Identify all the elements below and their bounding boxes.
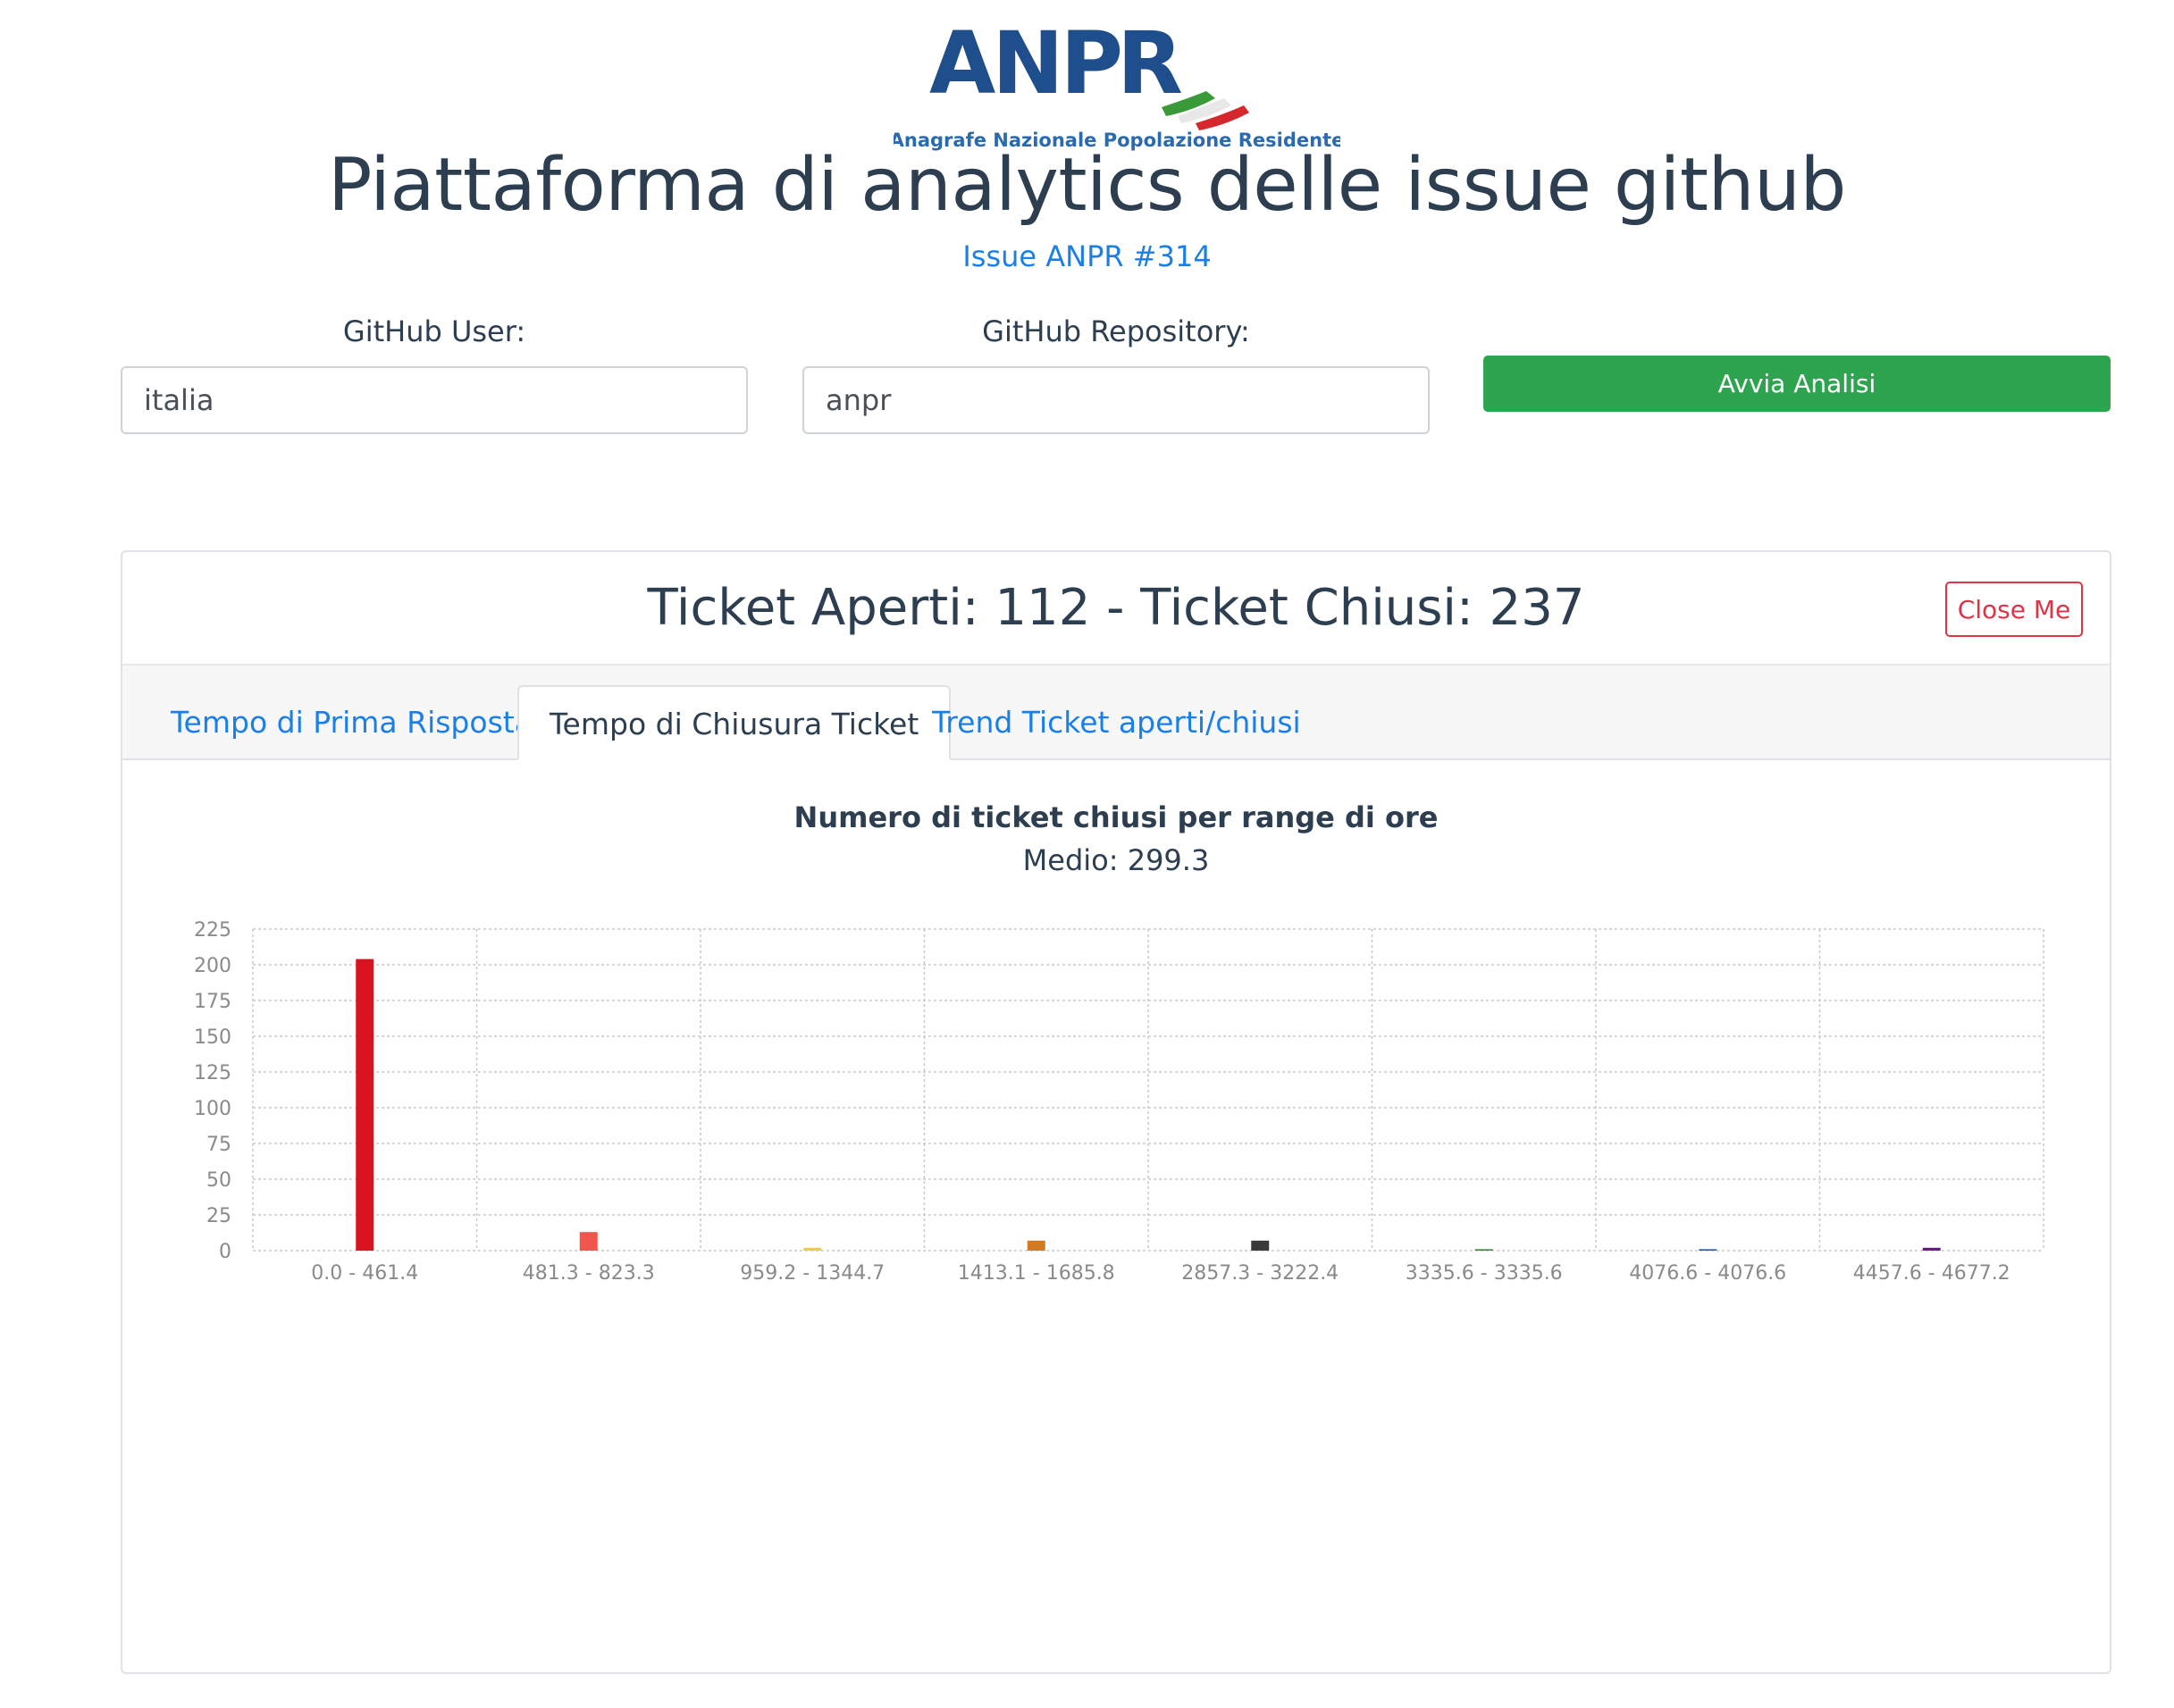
tab-closing-time[interactable]: Tempo di Chiusura Ticket bbox=[517, 685, 952, 760]
y-tick-label: 225 bbox=[194, 919, 231, 942]
svg-text:ANP: ANP bbox=[929, 20, 1121, 113]
bar[interactable] bbox=[579, 1232, 598, 1251]
close-button[interactable]: Close Me bbox=[1945, 582, 2083, 637]
page-title: Piattaforma di analytics delle issue git… bbox=[328, 143, 1846, 228]
github-user-input[interactable] bbox=[121, 366, 748, 434]
github-user-label: GitHub User: bbox=[342, 314, 526, 348]
x-tick-label: 4457.6 - 4677.2 bbox=[1853, 1262, 2010, 1285]
y-tick-label: 175 bbox=[194, 991, 231, 1013]
closing-time-bar-chart: 0 25 50 75 100 125 150 175 200 225 0.0 - 461.4 481.… bbox=[194, 919, 2044, 1285]
results-card: Ticket Aperti: 112 - Ticket Chiusi: 237 … bbox=[121, 550, 2111, 1674]
y-tick-label: 25 bbox=[206, 1205, 231, 1227]
anpr-logo: ANP R Anagrafe Nazionale Popolazione Res… bbox=[894, 20, 1340, 151]
y-tick-label: 75 bbox=[206, 1134, 231, 1156]
x-tick-label: 2857.3 - 3222.4 bbox=[1181, 1262, 1339, 1285]
x-tick-label: 4076.6 - 4076.6 bbox=[1629, 1262, 1786, 1285]
x-tick-label: 959.2 - 1344.7 bbox=[740, 1262, 885, 1285]
x-tick-label: 481.3 - 823.3 bbox=[523, 1262, 655, 1285]
y-tick-label: 200 bbox=[194, 955, 231, 977]
start-analysis-button[interactable]: Avvia Analisi bbox=[1483, 356, 2111, 412]
github-repo-input[interactable] bbox=[802, 366, 1430, 434]
y-tick-label: 100 bbox=[194, 1098, 231, 1120]
y-tick-label: 50 bbox=[206, 1169, 231, 1192]
svg-text:R: R bbox=[1117, 20, 1181, 113]
results-header: Ticket Aperti: 112 - Ticket Chiusi: 237 … bbox=[122, 552, 2110, 666]
tabs-bar: Tempo di Prima Risposta Tempo di Chiusur… bbox=[122, 666, 2110, 760]
bar[interactable] bbox=[1474, 1249, 1493, 1251]
bar[interactable] bbox=[356, 959, 374, 1251]
y-tick-label: 0 bbox=[219, 1241, 231, 1263]
x-tick-label: 1413.1 - 1685.8 bbox=[958, 1262, 1115, 1285]
bar[interactable] bbox=[1027, 1240, 1045, 1251]
y-tick-label: 125 bbox=[194, 1062, 231, 1084]
bar[interactable] bbox=[1699, 1249, 1717, 1251]
bar[interactable] bbox=[1922, 1247, 1941, 1251]
bar[interactable] bbox=[1251, 1240, 1270, 1251]
x-tick-label: 3335.6 - 3335.6 bbox=[1406, 1262, 1563, 1285]
ticket-summary: Ticket Aperti: 112 - Ticket Chiusi: 237 bbox=[647, 579, 1585, 637]
tab-trend[interactable]: Trend Ticket aperti/chiusi bbox=[902, 685, 1331, 760]
bar[interactable] bbox=[803, 1247, 822, 1251]
chart-subtitle: Medio: 299.3 bbox=[1022, 843, 1210, 877]
y-tick-label: 150 bbox=[194, 1026, 231, 1049]
x-tick-label: 0.0 - 461.4 bbox=[311, 1262, 418, 1285]
tab-first-response[interactable]: Tempo di Prima Risposta bbox=[140, 685, 563, 760]
issue-link[interactable]: Issue ANPR #314 bbox=[0, 239, 2174, 273]
chart-title: Numero di ticket chiusi per range di ore bbox=[793, 800, 1439, 834]
github-repo-label: GitHub Repository: bbox=[982, 314, 1250, 348]
